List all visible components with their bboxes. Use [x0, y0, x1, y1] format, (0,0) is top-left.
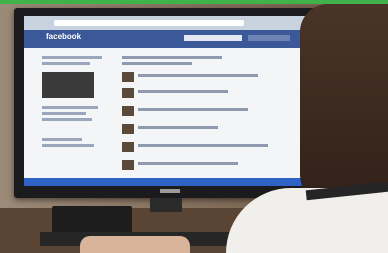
hand [80, 236, 190, 253]
feed-text-line [138, 144, 268, 147]
browser-toolbar [24, 16, 308, 30]
feed-text-line [138, 162, 238, 165]
feed-header-line [122, 56, 222, 59]
profile-text-line [42, 138, 82, 141]
feed-text-line [138, 90, 228, 93]
feed-thumbnail [122, 106, 134, 116]
feed-thumbnail [122, 88, 134, 98]
profile-text-line [42, 144, 94, 147]
feed-text-line [138, 74, 258, 77]
profile-text-line [42, 112, 86, 115]
feed-text-line [138, 108, 248, 111]
facebook-search-box [184, 35, 242, 41]
profile-text-line [42, 62, 90, 65]
news-feed [122, 54, 302, 184]
feed-thumbnail [122, 160, 134, 170]
monitor: facebook [14, 8, 320, 198]
facebook-logo: facebook [46, 32, 82, 41]
address-bar [54, 20, 244, 26]
feed-thumbnail [122, 124, 134, 134]
profile-text-line [42, 118, 92, 121]
feed-text-line [138, 126, 218, 129]
profile-column [42, 54, 116, 184]
facebook-nav-links [248, 35, 290, 41]
monitor-screen: facebook [24, 16, 308, 186]
monitor-brand-badge [160, 189, 180, 193]
feed-thumbnail [122, 72, 134, 82]
profile-text-line [42, 56, 102, 59]
profile-text-line [42, 106, 98, 109]
feed-header-line [122, 62, 192, 65]
profile-picture [42, 72, 94, 98]
taskbar [24, 178, 308, 186]
feed-thumbnail [122, 142, 134, 152]
monitor-stand [150, 198, 182, 212]
